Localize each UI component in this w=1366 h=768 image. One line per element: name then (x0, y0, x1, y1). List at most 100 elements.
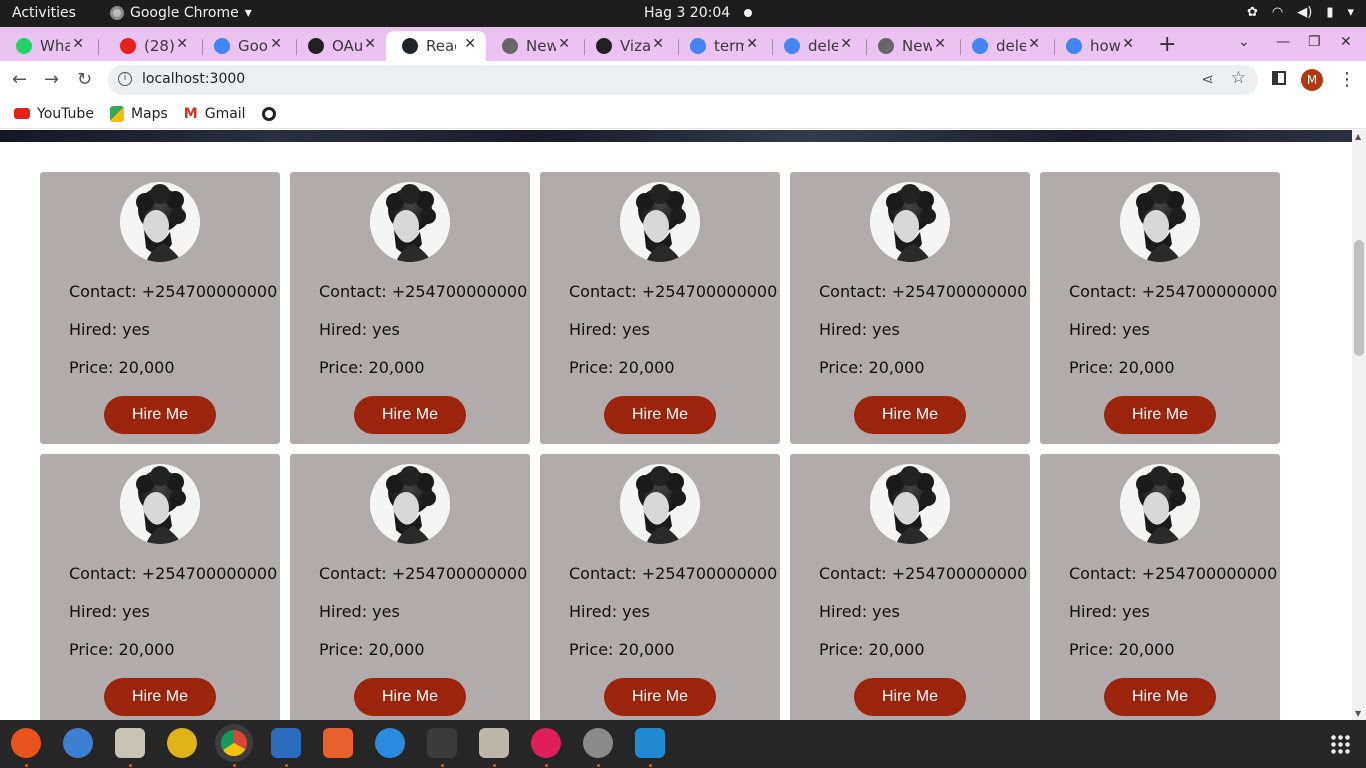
hire-me-button[interactable]: Hire Me (104, 678, 216, 716)
app-menu[interactable]: Google Chrome ▾ (110, 5, 252, 21)
share-icon[interactable]: ⋖ (1201, 70, 1214, 88)
side-panel-icon[interactable] (1272, 71, 1286, 85)
scroll-down-icon[interactable]: ▼ (1355, 709, 1361, 718)
hire-me-button[interactable]: Hire Me (354, 678, 466, 716)
close-tab-icon[interactable]: ✕ (176, 36, 188, 52)
youtube-icon (14, 108, 30, 119)
firefox-icon[interactable] (11, 728, 41, 758)
hire-me-button[interactable]: Hire Me (854, 678, 966, 716)
browser-tab[interactable]: term ✕ (674, 31, 768, 61)
browser-tab[interactable]: Viza ✕ (580, 31, 674, 61)
bookmark-globe[interactable] (261, 106, 276, 121)
back-arrow-icon[interactable]: ← (12, 69, 27, 90)
system-top-bar: Activities Google Chrome ▾ Hag 3 20:04 ✿… (0, 0, 1366, 27)
thunderbird-icon[interactable] (63, 728, 93, 758)
price-text: Price: 20,000 (569, 640, 675, 659)
bookmark-youtube[interactable]: YouTube (14, 106, 94, 122)
hire-me-button[interactable]: Hire Me (604, 396, 716, 434)
terminal-icon[interactable] (427, 728, 457, 758)
hire-me-button[interactable]: Hire Me (1104, 396, 1216, 434)
contact-text: Contact: +254700000000 (819, 564, 1028, 583)
close-tab-icon[interactable]: ✕ (652, 36, 664, 52)
site-info-icon[interactable]: i (118, 72, 132, 86)
close-tab-icon[interactable]: ✕ (270, 36, 282, 52)
text-editor-icon[interactable] (271, 728, 301, 758)
new-tab-button[interactable]: + (1158, 32, 1176, 57)
browser-tab[interactable]: New ✕ (862, 31, 956, 61)
browser-tab[interactable]: how ✕ (1050, 31, 1144, 61)
bookmark-star-icon[interactable]: ☆ (1231, 68, 1246, 88)
close-tab-icon[interactable]: ✕ (934, 36, 946, 52)
running-indicator (129, 764, 132, 767)
hire-me-button[interactable]: Hire Me (1104, 678, 1216, 716)
github-icon (596, 38, 612, 54)
chrome-menu-icon[interactable]: ⋮ (1338, 69, 1356, 90)
portrait-image (120, 464, 200, 544)
close-tab-icon[interactable]: ✕ (840, 36, 852, 52)
bookmark-label: Gmail (204, 105, 246, 122)
show-apps-icon[interactable] (1330, 734, 1350, 754)
profile-card: Contact: +254700000000 Hired: yes Price: 2… (790, 172, 1030, 444)
profile-card: Contact: +254700000000 Hired: yes Price: 2… (40, 172, 280, 444)
close-window-button[interactable]: ✕ (1340, 34, 1352, 50)
page-scrollbar[interactable]: ▲ ▼ (1352, 130, 1366, 720)
running-indicator (597, 764, 600, 767)
address-bar[interactable]: i localhost:3000 ⋖ ☆ (108, 65, 1258, 95)
clock[interactable]: Hag 3 20:04 (644, 5, 753, 21)
scroll-up-icon[interactable]: ▲ (1355, 132, 1361, 141)
slack-icon[interactable] (531, 728, 561, 758)
close-tab-icon[interactable]: ✕ (746, 36, 758, 52)
forward-arrow-icon[interactable]: → (44, 69, 59, 90)
avatar (620, 464, 700, 544)
hire-me-button[interactable]: Hire Me (854, 396, 966, 434)
browser-tab[interactable]: New ✕ (486, 31, 580, 61)
hired-text: Hired: yes (1069, 320, 1150, 339)
software-icon[interactable] (323, 728, 353, 758)
close-tab-icon[interactable]: ✕ (1028, 36, 1040, 52)
activities-button[interactable]: Activities (12, 5, 76, 21)
close-tab-icon[interactable]: ✕ (364, 36, 376, 52)
vscode-icon[interactable] (635, 728, 665, 758)
price-text: Price: 20,000 (1069, 358, 1175, 377)
files-icon[interactable] (115, 728, 145, 758)
browser-tab[interactable]: OAu ✕ (292, 31, 386, 61)
profile-card: Contact: +254700000000 Hired: yes Price: 2… (290, 454, 530, 720)
hired-text: Hired: yes (319, 602, 400, 621)
close-tab-icon[interactable]: ✕ (558, 36, 570, 52)
chrome-icon[interactable] (215, 724, 253, 762)
browser-tab[interactable]: dele ✕ (768, 31, 862, 61)
maps-icon (109, 105, 124, 122)
system-tray[interactable]: ✿ ◠ ◀) ▮ ▾ (1247, 5, 1354, 20)
bookmark-label: Maps (130, 105, 168, 122)
chevron-down-icon: ▾ (244, 5, 252, 21)
hire-me-button[interactable]: Hire Me (604, 678, 716, 716)
hire-me-button[interactable]: Hire Me (354, 396, 466, 434)
minimize-button[interactable]: — (1276, 34, 1290, 50)
rhythmbox-icon[interactable] (167, 728, 197, 758)
tab-title: Viza (620, 37, 650, 55)
browser-tab[interactable]: Wha ✕ (0, 31, 94, 61)
help-icon[interactable] (375, 728, 405, 758)
profile-avatar[interactable]: M (1301, 69, 1323, 91)
browser-tab[interactable]: Reac ✕ (386, 31, 486, 61)
url-text[interactable]: localhost:3000 (142, 71, 245, 87)
hire-me-button[interactable]: Hire Me (104, 396, 216, 434)
close-tab-icon[interactable]: ✕ (72, 36, 84, 52)
reload-icon[interactable]: ↻ (77, 69, 92, 90)
browser-tab[interactable]: (28) ✕ (104, 31, 198, 61)
scrollbar-thumb[interactable] (1354, 240, 1364, 356)
bookmark-maps[interactable]: Maps (109, 105, 168, 122)
power-menu-icon: ▾ (1347, 5, 1354, 20)
browser-tab[interactable]: Goo ✕ (198, 31, 292, 61)
gmail-icon: M (183, 105, 198, 122)
archive-icon[interactable] (479, 728, 509, 758)
tab-search-icon[interactable]: ⌄ (1238, 34, 1250, 50)
close-tab-icon[interactable]: ✕ (1122, 36, 1134, 52)
wifi-icon: ◠ (1271, 5, 1284, 20)
browser-tab[interactable]: dele ✕ (956, 31, 1050, 61)
bookmark-gmail[interactable]: M Gmail (184, 106, 246, 122)
price-text: Price: 20,000 (69, 358, 175, 377)
close-tab-icon[interactable]: ✕ (464, 36, 476, 52)
maximize-button[interactable]: ❐ (1308, 34, 1321, 50)
settings-icon[interactable] (583, 728, 613, 758)
